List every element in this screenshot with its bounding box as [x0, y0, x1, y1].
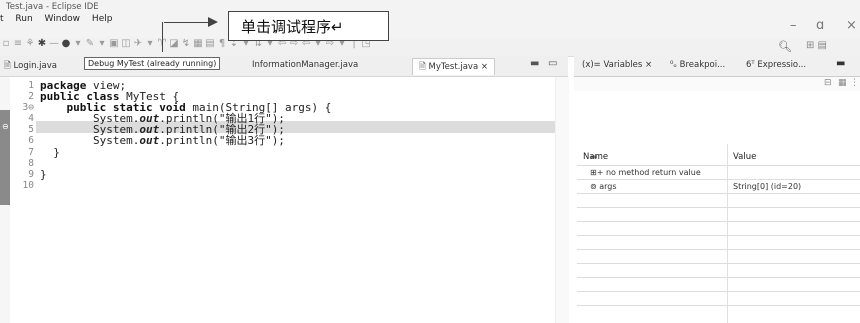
- tab-mytest[interactable]: 🗎︎ MyTest.java ×: [412, 58, 495, 75]
- debug-views-tab-bar: (x)= Variables × ⁰ₒ Breakpoi... 6ᵀ Expre…: [574, 56, 860, 77]
- toolbar-icon[interactable]: ✈: [132, 38, 144, 49]
- row-divider: [577, 193, 860, 194]
- tab-label: Login.java: [13, 61, 57, 71]
- java-file-icon: 🗎︎: [4, 61, 11, 71]
- tab-label: InformationManager.java: [252, 60, 359, 70]
- toolbar-icon[interactable]: ⚘: [24, 38, 36, 49]
- callout-leader-horizontal: [164, 22, 212, 23]
- code-line: }: [40, 169, 331, 180]
- tab-variables[interactable]: (x)= Variables ×: [582, 60, 652, 70]
- minimize-view-icon[interactable]: ▬: [836, 58, 845, 69]
- toolbar-icon[interactable]: ▦: [192, 38, 204, 49]
- code-line: }: [40, 147, 331, 158]
- column-divider: [727, 144, 728, 323]
- line-number: 7: [28, 146, 34, 158]
- row-divider: [577, 165, 860, 166]
- code-text: }: [40, 167, 47, 181]
- line-number: 6: [28, 135, 34, 147]
- collapse-all-icon[interactable]: ⊟: [824, 78, 832, 88]
- row-divider: [577, 207, 860, 208]
- tab-label: MyTest.java ×: [428, 62, 488, 72]
- menu-item-file[interactable]: t: [0, 14, 4, 24]
- line-numbers: 1 2 3⊖ 4 5 6 7 8 9 10: [14, 80, 34, 191]
- toolbar-icon[interactable]: ▣: [108, 38, 120, 49]
- close-button[interactable]: ×: [846, 18, 857, 33]
- variables-toolbar: ⊟ ▦ ⋮: [574, 77, 860, 91]
- menu-bar: t Run Window Help: [0, 14, 121, 24]
- search-icon[interactable]: 🔍︎: [778, 40, 792, 53]
- row-divider: [577, 249, 860, 250]
- window-title: Test.java - Eclipse IDE: [6, 2, 99, 12]
- main-toolbar: ▫ ≡ ⚘ ✱ — ● ▾ ✎ ▾ ▣ ◫ ✈ ▾ ♈ ◪ ↯ ▦ ▤ ¶ ⇣ ▾ ⇅ ▾ ⇦ ⇨ ⇦ ▾ ⇨ ▾ | ◳: [0, 38, 860, 57]
- callout-box: 单击调试程序↵: [228, 11, 389, 41]
- line-number: 9: [28, 168, 34, 180]
- line-number: 5: [28, 124, 34, 136]
- toolbar-icon[interactable]: ▾: [72, 38, 84, 49]
- line-number: 4: [28, 113, 34, 125]
- code-text: }: [40, 145, 60, 159]
- variable-row-name[interactable]: ⊞+ no method return value: [590, 168, 701, 177]
- row-divider: [577, 291, 860, 292]
- row-divider: [577, 305, 860, 306]
- variable-row-name[interactable]: ⊚ args: [590, 182, 617, 191]
- toolbar-icon[interactable]: ▾: [96, 38, 108, 49]
- minimize-button[interactable]: –: [790, 18, 797, 33]
- column-header-value[interactable]: Value: [733, 152, 756, 162]
- title-bar: [0, 0, 860, 38]
- code-line: System.out.println("输出3行");: [40, 135, 331, 146]
- line-number: 10: [22, 179, 34, 191]
- toolbar-icon[interactable]: ≡: [12, 38, 24, 49]
- view-menu-icon[interactable]: ⋮: [850, 78, 859, 88]
- line-number: 2: [28, 91, 34, 103]
- java-file-icon: 🗎︎: [419, 62, 426, 72]
- toolbar-icon[interactable]: ◪: [168, 38, 180, 49]
- tab-information-manager[interactable]: InformationManager.java: [252, 60, 358, 70]
- menu-item-run[interactable]: Run: [15, 14, 32, 24]
- maximize-view-icon[interactable]: ▭: [548, 58, 557, 69]
- callout-leader-vertical: [162, 22, 163, 52]
- toolbar-icon[interactable]: ▾: [144, 38, 156, 49]
- column-header-name[interactable]: Name: [583, 152, 608, 162]
- debug-tooltip: Debug MyTest (already running): [84, 57, 221, 70]
- callout-arrow: [208, 17, 218, 27]
- minimize-view-icon[interactable]: ▬: [530, 58, 539, 69]
- row-divider: [577, 235, 860, 236]
- row-divider: [577, 277, 860, 278]
- row-divider: [577, 263, 860, 264]
- tab-login[interactable]: 🗎︎ Login.java: [4, 60, 57, 74]
- code-field: out: [139, 134, 160, 148]
- editor-scrollbar[interactable]: [555, 77, 569, 323]
- toolbar-icon[interactable]: ¶: [216, 38, 228, 49]
- code-text: .println("输出3行");: [159, 134, 285, 148]
- line-number: 1: [28, 80, 34, 91]
- tab-breakpoints[interactable]: ⁰ₒ Breakpoi...: [670, 60, 725, 70]
- toolbar-icon[interactable]: —: [48, 38, 60, 49]
- debug-icon[interactable]: ✱: [36, 38, 48, 49]
- toolbar-icon[interactable]: ◫: [120, 38, 132, 49]
- menu-item-window[interactable]: Window: [45, 14, 81, 24]
- line-number: 3⊖: [22, 102, 34, 114]
- line-number: 8: [28, 157, 34, 169]
- run-icon[interactable]: ●: [60, 38, 72, 49]
- tab-expressions[interactable]: 6ᵀ Expressio...: [746, 60, 806, 70]
- code-editor[interactable]: package view; public class MyTest { publi…: [40, 80, 331, 191]
- breakpoint-icon[interactable]: ⊖: [2, 122, 9, 131]
- maximize-button[interactable]: ɑ: [816, 18, 824, 33]
- toolbar-icon[interactable]: ↯: [180, 38, 192, 49]
- perspective-icon[interactable]: ⊞ ▤: [806, 40, 827, 51]
- toolbar-icon[interactable]: ▤: [204, 38, 216, 49]
- toolbar-icon[interactable]: ✎: [84, 38, 96, 49]
- menu-item-help[interactable]: Help: [92, 14, 113, 24]
- toolbar-icon[interactable]: ▫: [0, 38, 12, 49]
- row-divider: [577, 179, 860, 180]
- row-divider: [577, 221, 860, 222]
- show-types-icon[interactable]: ▦: [838, 78, 847, 88]
- variable-row-value: String[0] (id=20): [733, 182, 802, 191]
